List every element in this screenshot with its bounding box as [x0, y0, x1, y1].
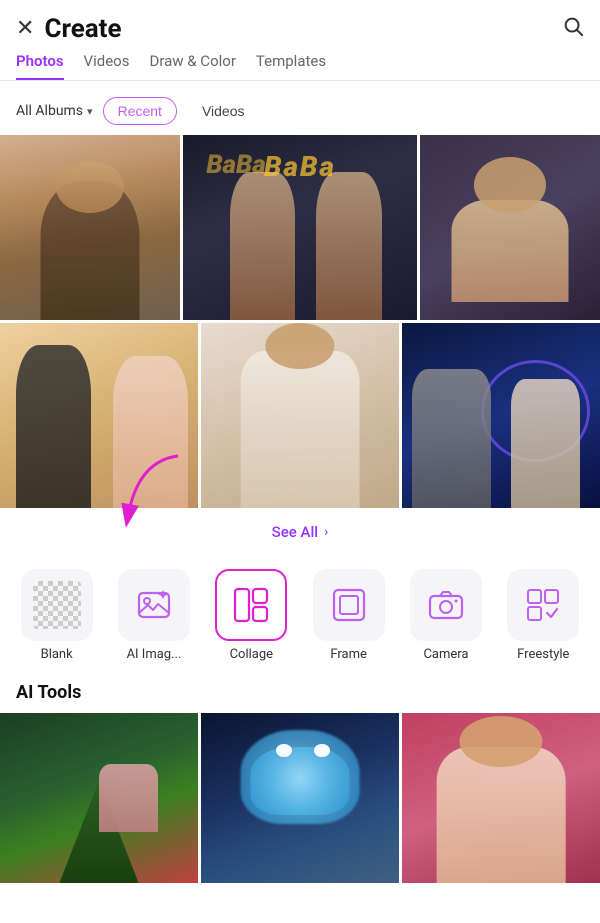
frame-label: Frame	[330, 647, 367, 662]
camera-icon	[428, 587, 464, 623]
create-options: Blank AI Imag... Collage	[0, 559, 600, 676]
camera-label: Camera	[423, 647, 468, 662]
ai-image-icon-wrap	[118, 569, 190, 641]
create-option-freestyle[interactable]: Freestyle	[503, 569, 583, 662]
photo-row-1: BaBa BaBa	[0, 135, 600, 320]
tab-draw-color[interactable]: Draw & Color	[149, 52, 235, 80]
see-all-button[interactable]: See All	[272, 523, 318, 541]
freestyle-label: Freestyle	[517, 647, 569, 662]
photo-cell-p1[interactable]	[0, 135, 180, 320]
collage-icon	[232, 586, 270, 624]
arrow-annotation	[108, 451, 198, 531]
header: ✕ Create	[0, 0, 600, 52]
create-option-blank[interactable]: Blank	[17, 569, 97, 662]
photo-cell-p5[interactable]	[201, 323, 399, 508]
collage-icon-wrap	[215, 569, 287, 641]
ai-tool-cell-3[interactable]	[402, 713, 600, 883]
photos-container: BaBa BaBa	[0, 135, 600, 508]
blank-icon	[33, 581, 81, 629]
camera-icon-wrap	[410, 569, 482, 641]
blank-icon-wrap	[21, 569, 93, 641]
ai-tools-title: AI Tools	[0, 676, 600, 713]
freestyle-icon	[525, 587, 561, 623]
filter-albums-dropdown[interactable]: All Albums ▾	[16, 103, 93, 119]
filter-albums-label: All Albums	[16, 103, 83, 119]
filter-videos-button[interactable]: Videos	[187, 97, 260, 125]
ai-tool-cell-2[interactable]	[201, 713, 399, 883]
page-title: Create	[44, 14, 121, 44]
ai-tool-cell-1[interactable]	[0, 713, 198, 883]
nav-tabs: Photos Videos Draw & Color Templates	[0, 52, 600, 81]
see-all-row: See All ›	[0, 511, 600, 559]
freestyle-icon-wrap	[507, 569, 579, 641]
photo-cell-p3[interactable]	[420, 135, 600, 320]
ai-tools-grid	[0, 713, 600, 883]
chevron-right-icon: ›	[324, 524, 328, 540]
tab-videos[interactable]: Videos	[84, 52, 130, 80]
ai-image-label: AI Imag...	[127, 647, 182, 662]
search-icon[interactable]	[562, 15, 584, 43]
tab-photos[interactable]: Photos	[16, 52, 64, 80]
header-left: ✕ Create	[16, 14, 122, 44]
photo-cell-p2[interactable]: BaBa BaBa	[183, 135, 417, 320]
ai-image-icon	[136, 587, 172, 623]
close-icon[interactable]: ✕	[16, 18, 34, 40]
tab-templates[interactable]: Templates	[256, 52, 326, 80]
collage-label: Collage	[230, 647, 273, 662]
create-option-camera[interactable]: Camera	[406, 569, 486, 662]
blank-label: Blank	[41, 647, 73, 662]
photo-cell-p6[interactable]	[402, 323, 600, 508]
create-option-collage[interactable]: Collage	[211, 569, 291, 662]
frame-icon-wrap	[313, 569, 385, 641]
filter-row: All Albums ▾ Recent Videos	[0, 91, 600, 135]
create-option-ai-image[interactable]: AI Imag...	[114, 569, 194, 662]
chevron-down-icon: ▾	[87, 105, 93, 118]
photo-row-2	[0, 323, 600, 508]
filter-recent-button[interactable]: Recent	[103, 97, 177, 125]
ai-tools-section: AI Tools	[0, 676, 600, 883]
create-option-frame[interactable]: Frame	[309, 569, 389, 662]
frame-icon	[331, 587, 367, 623]
